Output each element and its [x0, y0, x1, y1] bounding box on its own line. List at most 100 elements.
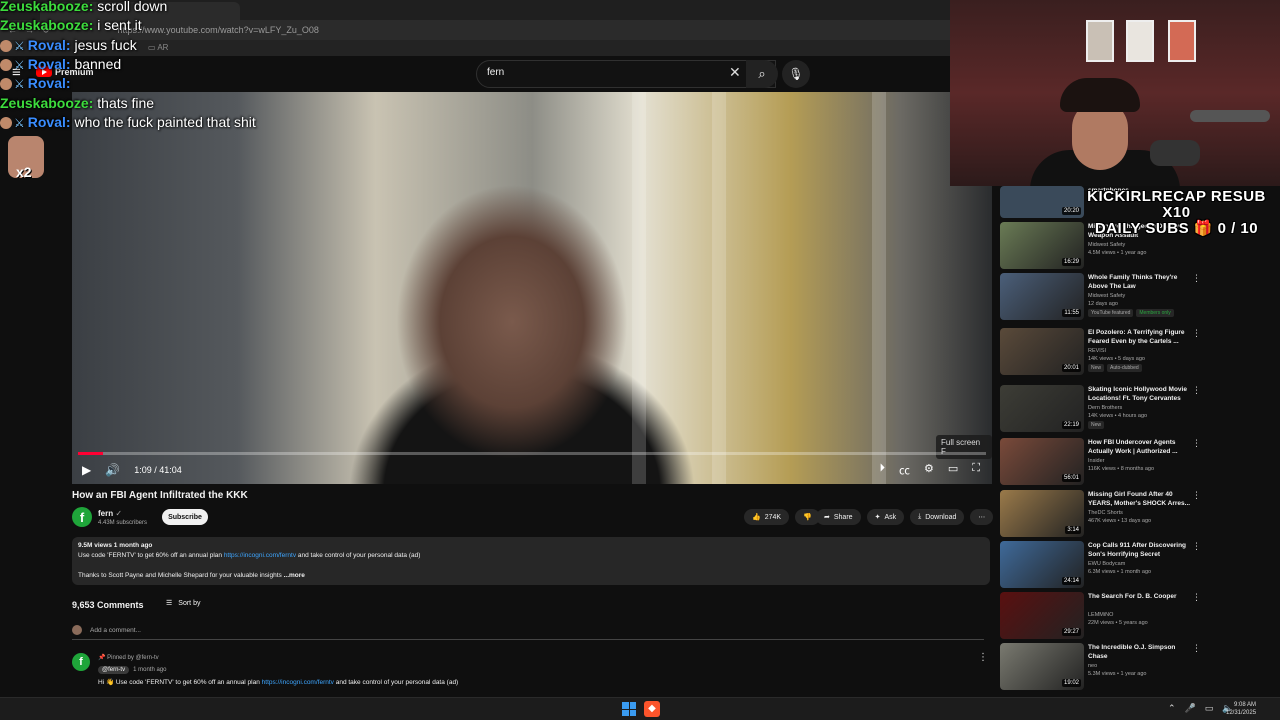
- thumbs-up-icon: 👍: [752, 514, 761, 521]
- bookmarks-bar: ▭ AR: [0, 40, 950, 56]
- channel-avatar[interactable]: f: [72, 507, 92, 527]
- clear-search-icon[interactable]: ✕: [729, 64, 741, 81]
- desc-link[interactable]: https://incogni.com/ferntv: [224, 552, 296, 559]
- share-icon: ➦: [824, 514, 830, 521]
- description-box[interactable]: 9.5M views 1 month ago Use code 'FERNTV'…: [72, 537, 990, 585]
- sidebar-thumbnail: 11:55: [1000, 273, 1084, 320]
- sidebar-channel: neo: [1088, 663, 1098, 669]
- tray-network-icon[interactable]: ▭: [1205, 703, 1214, 714]
- autoplay-toggle-icon[interactable]: ⏵: [880, 462, 886, 478]
- ask-button[interactable]: ✦ Ask: [866, 509, 905, 525]
- sidebar-item[interactable]: 19:02 The Incredible O.J. Simpson Chase ne…: [1000, 643, 1270, 695]
- search-button[interactable]: ⌕: [746, 60, 778, 88]
- sidebar-item[interactable]: 20:01 El Pozolero: A Terrifying Figure Fe…: [1000, 328, 1270, 380]
- sidebar-item[interactable]: 3:14 Missing Girl Found After 40 YEARS, M…: [1000, 490, 1270, 542]
- sidebar-stats: 116K views • 8 months ago: [1088, 466, 1155, 472]
- chat-avatar-badge: [0, 59, 12, 72]
- sidebar-badges: YouTube featured Members only: [1088, 309, 1174, 317]
- brave-browser-icon[interactable]: ◆: [644, 701, 660, 717]
- like-button[interactable]: 👍 274K: [744, 509, 790, 525]
- sort-by-button[interactable]: ☰ Sort by: [166, 599, 200, 608]
- sidebar-thumbnail: 29:27: [1000, 592, 1084, 639]
- sidebar-item[interactable]: 56:01 How FBI Undercover Agents Actually …: [1000, 438, 1270, 490]
- url-text[interactable]: https://www.youtube.com/watch?v=wLFY_Zu_…: [118, 25, 319, 35]
- sidebar-duration: 20:01: [1061, 364, 1081, 372]
- add-comment-field[interactable]: Add a comment...: [72, 625, 984, 640]
- sidebar-menu-icon[interactable]: ⋮: [1192, 328, 1201, 339]
- sidebar-menu-icon[interactable]: ⋮: [1192, 592, 1201, 603]
- folder-icon: ▭: [148, 43, 156, 52]
- sidebar-channel: Insider: [1088, 458, 1105, 464]
- pinned-label: 📌 Pinned by @fern-tv: [98, 655, 159, 661]
- video-player[interactable]: Full screen F ▶ 🔊 1:09 / 41:04 ⏵ ㏄ ⚙ ▭ ⛶: [72, 92, 992, 484]
- sidebar-item[interactable]: 22:19 Skating Iconic Hollywood Movie Loca…: [1000, 385, 1270, 437]
- sidebar-channel: LEMMiNO: [1088, 612, 1114, 618]
- youtube-header: ≡ Premium fern ✕ ⌕ 🎙: [0, 56, 1000, 90]
- desc-more-button[interactable]: ...more: [284, 572, 305, 579]
- background-shelf: [632, 92, 646, 484]
- chat-message: Zeuskabooze: scroll down: [0, 0, 167, 14]
- share-group: ➦ Share ✦ Ask ⤓ Download ⋯: [816, 509, 994, 525]
- bookmark-folder[interactable]: AR: [157, 43, 168, 52]
- theater-mode-icon[interactable]: ▭: [948, 462, 958, 478]
- sidebar-title: Missing Girl Found After 40 YEARS, Mothe…: [1088, 491, 1191, 507]
- settings-gear-icon[interactable]: ⚙: [924, 462, 934, 478]
- desc-line2: Thanks to Scott Payne and Michelle Shepa…: [78, 572, 305, 579]
- progress-bar[interactable]: [78, 452, 986, 455]
- chat-text: scroll down: [93, 0, 168, 14]
- sidebar-badge: New: [1088, 364, 1105, 372]
- fullscreen-icon[interactable]: ⛶: [972, 462, 980, 478]
- sidebar-menu-icon[interactable]: ⋮: [1192, 541, 1201, 552]
- volume-icon[interactable]: 🔊: [105, 463, 120, 477]
- windows-start-icon[interactable]: [622, 702, 636, 716]
- thumbs-down-icon: 👎: [803, 514, 812, 521]
- browser-address-bar[interactable]: ← → ↻ https://www.youtube.com/watch?v=wL…: [0, 20, 950, 40]
- chat-text: who the fuck painted that shit: [70, 114, 256, 130]
- sidebar-stats: 5.3M views • 1 year ago: [1088, 671, 1147, 677]
- sidebar-menu-icon[interactable]: ⋮: [1192, 490, 1201, 501]
- chat-username: Roval: [27, 37, 66, 53]
- captions-icon[interactable]: ㏄: [899, 462, 910, 478]
- chat-message: ⚔ Roval: jesus fuck: [0, 37, 137, 53]
- comment-menu-icon[interactable]: ⋮: [978, 652, 988, 663]
- comment-avatar[interactable]: f: [72, 653, 90, 671]
- tray-chevron-icon[interactable]: ⌃: [1168, 703, 1176, 714]
- chat-message: ⚔ Roval:: [0, 75, 71, 91]
- sidebar-item[interactable]: 24:14 Cop Calls 911 After Discovering Son…: [1000, 541, 1270, 593]
- clock-time: 9:08 AM: [1234, 702, 1257, 708]
- chat-message: ⚔ Roval: banned: [0, 56, 121, 72]
- sidebar-menu-icon[interactable]: ⋮: [1192, 643, 1201, 654]
- voice-search-button[interactable]: 🎙: [782, 60, 810, 88]
- download-icon: ⤓: [918, 513, 922, 520]
- sword-badge-icon: ⚔: [14, 39, 25, 53]
- more-actions-button[interactable]: ⋯: [970, 509, 994, 525]
- sidebar-item[interactable]: 29:27 The Search For D. B. Cooper LEMMiNO 2…: [1000, 592, 1270, 644]
- background-shelf: [872, 92, 886, 484]
- comments-count: 9,653 Comments: [72, 600, 144, 610]
- sidebar-menu-icon[interactable]: ⋮: [1192, 438, 1201, 449]
- comment-time[interactable]: 1 month ago: [133, 667, 166, 673]
- chat-username: Zeuskabooze: [0, 17, 89, 33]
- share-button[interactable]: ➦ Share: [816, 509, 861, 525]
- mic-arm: [1190, 110, 1270, 122]
- subscribe-button[interactable]: Subscribe: [162, 509, 208, 525]
- chat-message: Zeuskabooze: i sent it: [0, 17, 142, 33]
- play-icon[interactable]: ▶: [82, 463, 91, 477]
- sidebar-thumbnail: 24:14: [1000, 541, 1084, 588]
- comment-link[interactable]: https://incogni.com/ferntv: [262, 679, 334, 686]
- comment-handle[interactable]: @fern-tv: [98, 666, 130, 674]
- tray-mic-icon[interactable]: 🎤: [1185, 703, 1196, 714]
- download-button[interactable]: ⤓ Download: [910, 509, 965, 525]
- streamer-hair: [1060, 78, 1140, 112]
- more-icon: ⋯: [978, 514, 986, 521]
- sidebar-title: The Search For D. B. Cooper: [1088, 593, 1177, 600]
- sidebar-menu-icon[interactable]: ⋮: [1192, 385, 1201, 396]
- sidebar-stats: 4.5M views • 1 year ago: [1088, 250, 1147, 256]
- channel-name[interactable]: fern ✓: [98, 509, 122, 518]
- sidebar-stats: 6.3M views • 1 month ago: [1088, 569, 1152, 575]
- sidebar-menu-icon[interactable]: ⋮: [1192, 273, 1201, 284]
- sidebar-channel: Midwest Safety: [1088, 293, 1126, 299]
- chat-colon: :: [65, 75, 71, 91]
- taskbar-clock[interactable]: 9:08 AM 12/31/2025: [1226, 701, 1256, 717]
- sidebar-item[interactable]: 11:55 Whole Family Thinks They're Above T…: [1000, 273, 1270, 325]
